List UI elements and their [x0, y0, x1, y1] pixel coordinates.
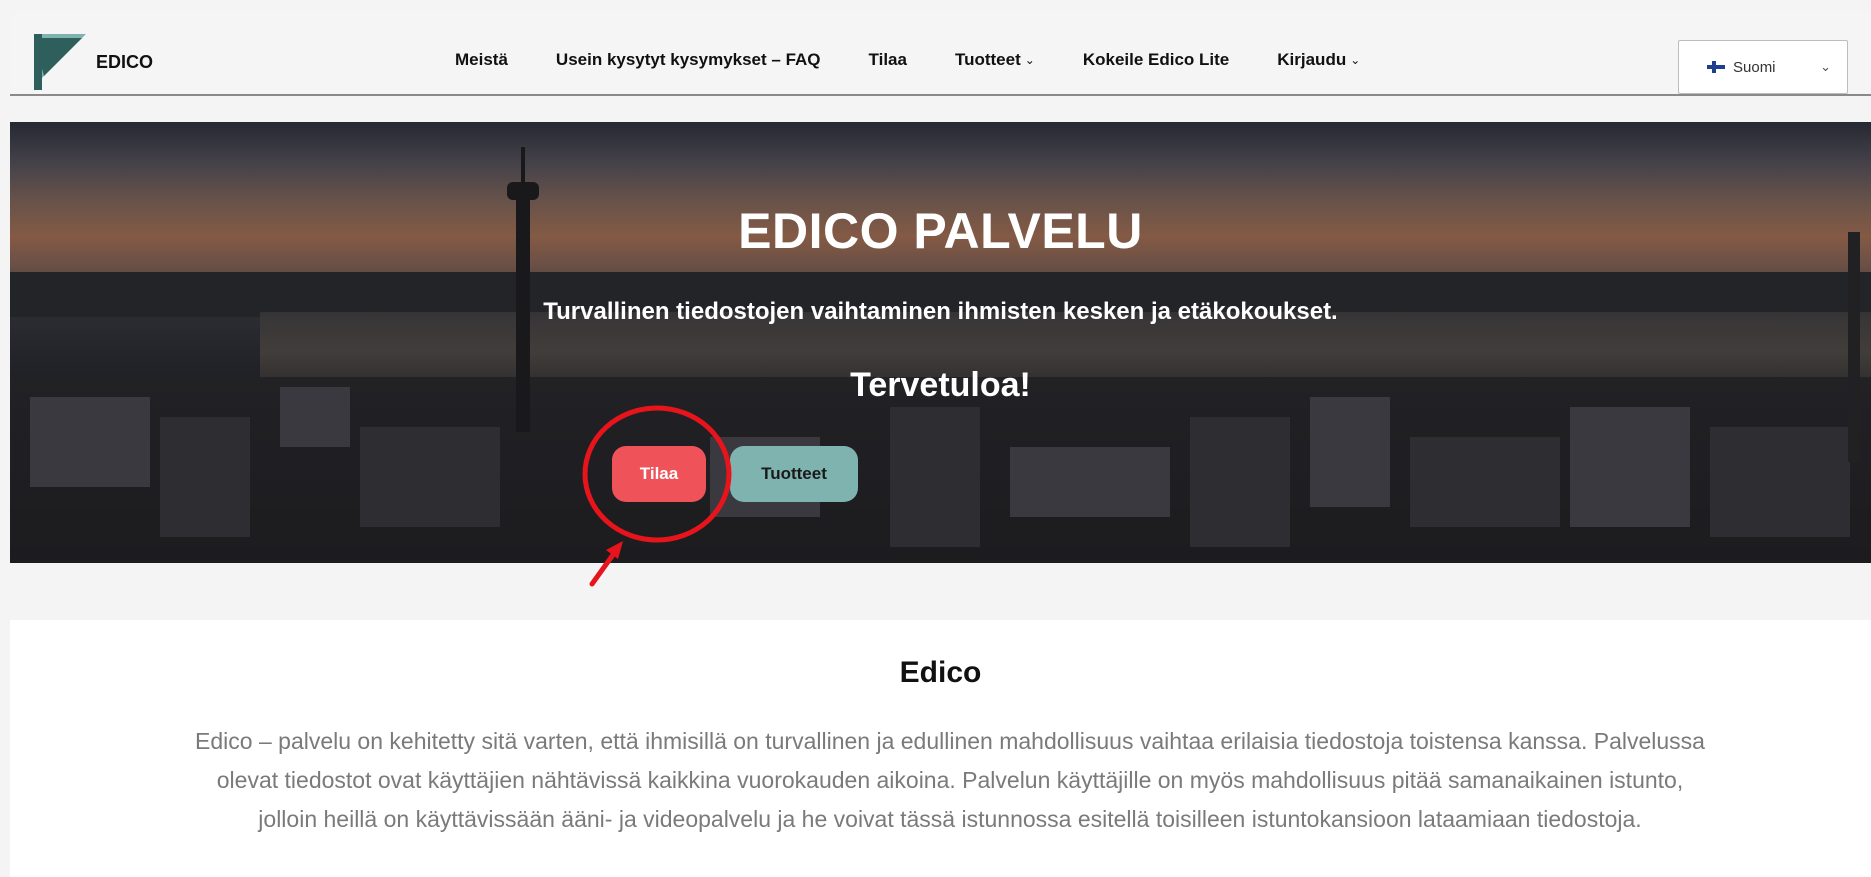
nav-label: Meistä: [455, 50, 508, 69]
nav-item-faq[interactable]: Usein kysytyt kysymykset – FAQ: [556, 50, 821, 70]
hero-section: EDICO PALVELU Turvallinen tiedostojen va…: [10, 122, 1871, 563]
nav-label: Tuotteet: [954, 50, 1021, 69]
nav-item-meista[interactable]: Meistä: [455, 50, 508, 70]
logo-text: EDICO: [96, 51, 154, 72]
hero-welcome: Tervetuloa!: [850, 366, 1031, 404]
edico-logo-icon: [34, 34, 86, 90]
page: EDICO Meistä Usein kysytyt kysymykset – …: [0, 0, 1871, 877]
nav-item-kirjaudu[interactable]: Kirjaudu ⌄: [1277, 50, 1360, 70]
nav-item-kokeile-edico-lite[interactable]: Kokeile Edico Lite: [1083, 50, 1229, 70]
chevron-down-icon: ⌄: [1350, 53, 1361, 67]
products-button[interactable]: Tuotteet: [730, 446, 858, 502]
nav-label: Kokeile Edico Lite: [1082, 50, 1230, 69]
order-button[interactable]: Tilaa: [612, 446, 706, 502]
chevron-down-icon: ⌄: [1024, 53, 1035, 67]
nav-label: Kirjaudu: [1277, 50, 1347, 69]
nav-item-tilaa[interactable]: Tilaa: [869, 50, 907, 70]
logo[interactable]: EDICO: [34, 34, 153, 90]
hero-title: EDICO PALVELU: [738, 203, 1143, 259]
hero-subtitle: Turvallinen tiedostojen vaihtaminen ihmi…: [543, 298, 1338, 325]
language-select[interactable]: Suomi ⌄: [1678, 40, 1848, 94]
nav-label: Usein kysytyt kysymykset – FAQ: [555, 50, 821, 69]
language-label: Suomi: [1733, 58, 1776, 76]
nav-item-tuotteet[interactable]: Tuotteet ⌄: [955, 50, 1035, 70]
chevron-down-icon: ⌄: [1820, 59, 1831, 74]
section-title: Edico: [899, 656, 982, 689]
about-section: Edico Edico – palvelu on kehitetty sitä …: [10, 620, 1871, 877]
section-text: Edico – palvelu on kehitetty sitä varten…: [195, 728, 1705, 832]
site-header: EDICO Meistä Usein kysytyt kysymykset – …: [10, 10, 1871, 96]
nav-label: Tilaa: [868, 50, 907, 69]
main-nav: Meistä Usein kysytyt kysymykset – FAQ Ti…: [455, 50, 1408, 70]
finland-flag-icon: [1707, 61, 1725, 73]
